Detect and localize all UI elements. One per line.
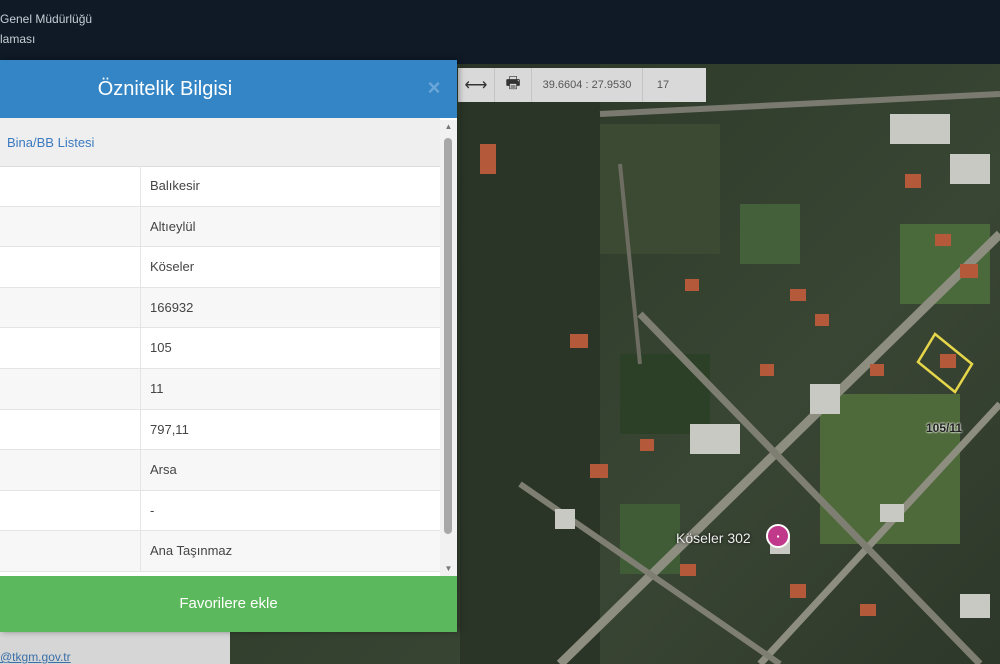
table-row: Balıkesir: [0, 166, 440, 207]
print-icon[interactable]: 🖶: [495, 68, 532, 102]
attribute-table: Balıkesir Altıeylül Köseler 166932 105 1…: [0, 166, 440, 572]
panel-title: Öznitelik Bilgisi: [97, 78, 233, 100]
attribute-key: [0, 368, 141, 409]
attribute-value: Balıkesir: [150, 178, 200, 193]
building-list-link[interactable]: Bina/BB Listesi: [0, 118, 440, 167]
mosque-icon[interactable]: ▪︎: [766, 524, 790, 548]
attribute-key: [0, 247, 141, 287]
attribute-key: [0, 166, 141, 206]
attribute-key: [0, 206, 141, 247]
panel-scrollbar[interactable]: ▲ ▼: [440, 120, 457, 576]
attribute-value: Arsa: [150, 462, 177, 478]
attribute-value: 797,11: [150, 421, 189, 437]
header-title-line2: laması: [0, 32, 36, 46]
close-icon[interactable]: ×: [424, 77, 444, 99]
table-row: 105: [0, 328, 440, 369]
parcel-label[interactable]: 105/11: [926, 421, 962, 435]
attribute-key: [0, 531, 141, 571]
add-to-favorites-button[interactable]: Favorilere ekle: [0, 576, 457, 632]
attribute-key: [0, 409, 141, 450]
table-row: 797,11: [0, 409, 440, 451]
attribute-value: 166932: [150, 299, 194, 315]
scroll-thumb[interactable]: [444, 138, 452, 534]
measure-icon[interactable]: ⟷: [458, 68, 495, 102]
table-row: 11: [0, 368, 440, 410]
building-list-label[interactable]: Bina/BB Listesi: [7, 135, 94, 150]
contact-email-link[interactable]: @tkgm.gov.tr: [0, 650, 71, 664]
attribute-value: Köseler: [150, 259, 195, 275]
attribute-panel: Öznitelik Bilgisi × Bina/BB Listesi Balı…: [0, 60, 457, 632]
attribute-key: [0, 490, 141, 531]
zoom-level: 17: [656, 79, 670, 91]
table-row: Arsa: [0, 450, 440, 491]
attribute-value: 11: [150, 380, 164, 396]
attribute-value: Ana Taşınmaz: [150, 543, 233, 559]
map-toolbar: ⟷ 🖶 39.6604 : 27.9530 17: [458, 68, 706, 102]
table-row: Altıeylül: [0, 206, 440, 248]
place-label: Köseler 302: [676, 530, 751, 546]
header-title-line1: Genel Müdürlüğü: [0, 12, 93, 26]
attribute-value: 105: [150, 340, 172, 356]
app-header: Genel Müdürlüğü laması: [0, 0, 1000, 64]
attribute-value: Altıeylül: [150, 218, 196, 234]
coordinate-readout: 39.6604 : 27.9530: [532, 68, 643, 102]
table-row: 166932: [0, 287, 440, 329]
panel-header: Öznitelik Bilgisi ×: [0, 60, 457, 118]
table-row: Köseler: [0, 247, 440, 288]
panel-body[interactable]: Bina/BB Listesi Balıkesir Altıeylül Köse…: [0, 118, 457, 576]
table-row: Ana Taşınmaz: [0, 531, 440, 572]
attribute-key: [0, 328, 141, 368]
attribute-key: [0, 450, 141, 490]
scroll-down-icon[interactable]: ▼: [440, 562, 457, 576]
footer: @tkgm.gov.tr: [0, 632, 230, 664]
attribute-key: [0, 287, 141, 328]
table-row: -: [0, 490, 440, 532]
attribute-value: -: [150, 502, 155, 518]
scroll-up-icon[interactable]: ▲: [440, 120, 457, 134]
